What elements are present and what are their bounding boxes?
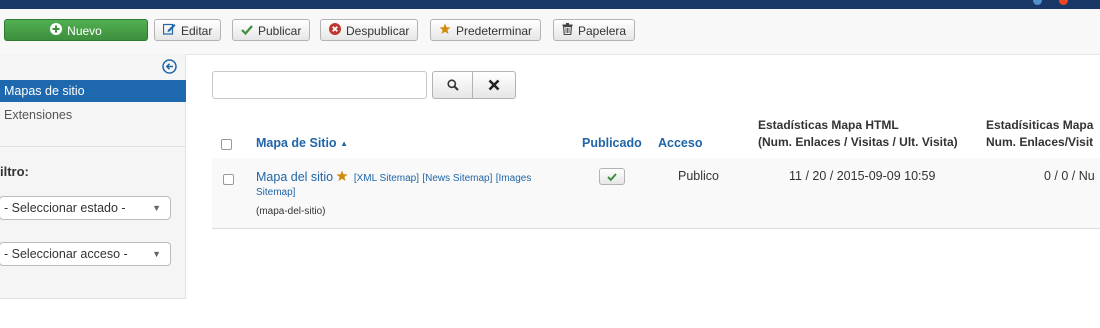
column-header-name-label: Mapa de Sitio	[256, 136, 337, 150]
plus-circle-icon	[50, 21, 63, 41]
sort-ascending-icon: ▲	[340, 139, 348, 149]
table-row: Mapa del sitio [XML Sitemap] [News Sitem…	[212, 158, 1100, 229]
publish-button[interactable]: Publicar	[232, 19, 311, 41]
edit-icon	[162, 21, 176, 41]
html-stats-subtitle: (Num. Enlaces / Visitas / Ult. Visita)	[758, 135, 958, 149]
sidebar-item-sitemaps[interactable]: Mapas de sitio	[0, 80, 186, 102]
column-header-published[interactable]: Publicado	[582, 136, 642, 150]
edit-button-label: Editar	[181, 23, 213, 38]
publish-button-label: Publicar	[258, 23, 302, 38]
trash-button-label: Papelera	[578, 23, 627, 38]
sidebar-item-extensions[interactable]: Extensiones	[0, 104, 186, 126]
table-header: Mapa de Sitio ▲ Publicado Acceso Estadís…	[212, 112, 1100, 159]
filter-heading: iltro:	[0, 164, 29, 179]
column-header-xml-stats: Estadísiticas Mapa Num. Enlaces/Visit	[986, 117, 1093, 151]
sidebar: Mapas de sitio Extensiones iltro: - Sele…	[0, 54, 186, 299]
xml-stats-title: Estadísiticas Mapa	[986, 118, 1094, 132]
collapse-sidebar-icon[interactable]	[162, 59, 177, 77]
sitemap-name-cell: Mapa del sitio [XML Sitemap] [News Sitem…	[256, 169, 566, 187]
check-icon	[241, 21, 253, 41]
xml-stats-value: 0 / 0 / Nu	[1044, 169, 1095, 183]
new-button-label: Nuevo	[67, 23, 102, 38]
state-filter-select[interactable]: - Seleccionar estado - ▼	[0, 196, 171, 220]
access-filter-value: - Seleccionar acceso -	[4, 247, 128, 261]
new-button[interactable]: Nuevo	[4, 19, 148, 41]
images-sitemap-link-continued[interactable]: Sitemap]	[256, 187, 295, 198]
trash-icon	[562, 21, 573, 41]
state-filter-value: - Seleccionar estado -	[4, 201, 126, 215]
select-all-checkbox[interactable]	[221, 139, 232, 150]
trash-button[interactable]: Papelera	[553, 19, 636, 41]
html-stats-title: Estadísticas Mapa HTML	[758, 118, 899, 132]
search-icon	[446, 79, 459, 91]
cancel-circle-icon	[329, 21, 341, 41]
search-input[interactable]	[212, 71, 427, 99]
xml-stats-subtitle: Num. Enlaces/Visit	[986, 135, 1094, 149]
unpublish-button-label: Despublicar	[346, 23, 410, 38]
xml-sitemap-link[interactable]: [XML Sitemap]	[354, 173, 419, 184]
published-toggle-button[interactable]	[599, 168, 625, 185]
chevron-down-icon: ▼	[152, 249, 161, 259]
access-filter-select[interactable]: - Seleccionar acceso - ▼	[0, 242, 171, 266]
news-sitemap-link[interactable]: [News Sitemap]	[422, 173, 492, 184]
images-sitemap-link[interactable]: [Images	[496, 173, 532, 184]
star-icon	[439, 21, 451, 41]
column-header-name[interactable]: Mapa de Sitio ▲	[256, 136, 348, 150]
brand-logo-icon	[1033, 0, 1042, 5]
close-icon	[488, 79, 500, 91]
check-icon	[607, 172, 617, 181]
toolbar: Nuevo Editar Publicar Despublicar Predet…	[0, 9, 1100, 55]
column-header-html-stats: Estadísticas Mapa HTML (Num. Enlaces / V…	[758, 117, 958, 151]
unpublish-button[interactable]: Despublicar	[320, 19, 419, 41]
sidebar-divider	[0, 146, 186, 147]
edit-button[interactable]: Editar	[154, 19, 222, 41]
chevron-down-icon: ▼	[152, 203, 161, 213]
access-level: Publico	[678, 169, 719, 183]
column-header-access[interactable]: Acceso	[658, 136, 702, 150]
default-star-icon[interactable]	[336, 170, 351, 185]
admin-top-bar	[0, 0, 1100, 9]
row-checkbox[interactable]	[223, 174, 234, 185]
brand-logo-icon-part	[1059, 0, 1068, 5]
sitemap-name-link[interactable]: Mapa del sitio	[256, 170, 333, 184]
html-stats-value: 11 / 20 / 2015-09-09 10:59	[789, 169, 936, 183]
search-button[interactable]	[432, 71, 473, 99]
sitemap-alias: (mapa-del-sitio)	[256, 206, 326, 217]
set-default-button[interactable]: Predeterminar	[430, 19, 542, 41]
clear-search-button[interactable]	[473, 71, 516, 99]
set-default-button-label: Predeterminar	[456, 23, 533, 38]
